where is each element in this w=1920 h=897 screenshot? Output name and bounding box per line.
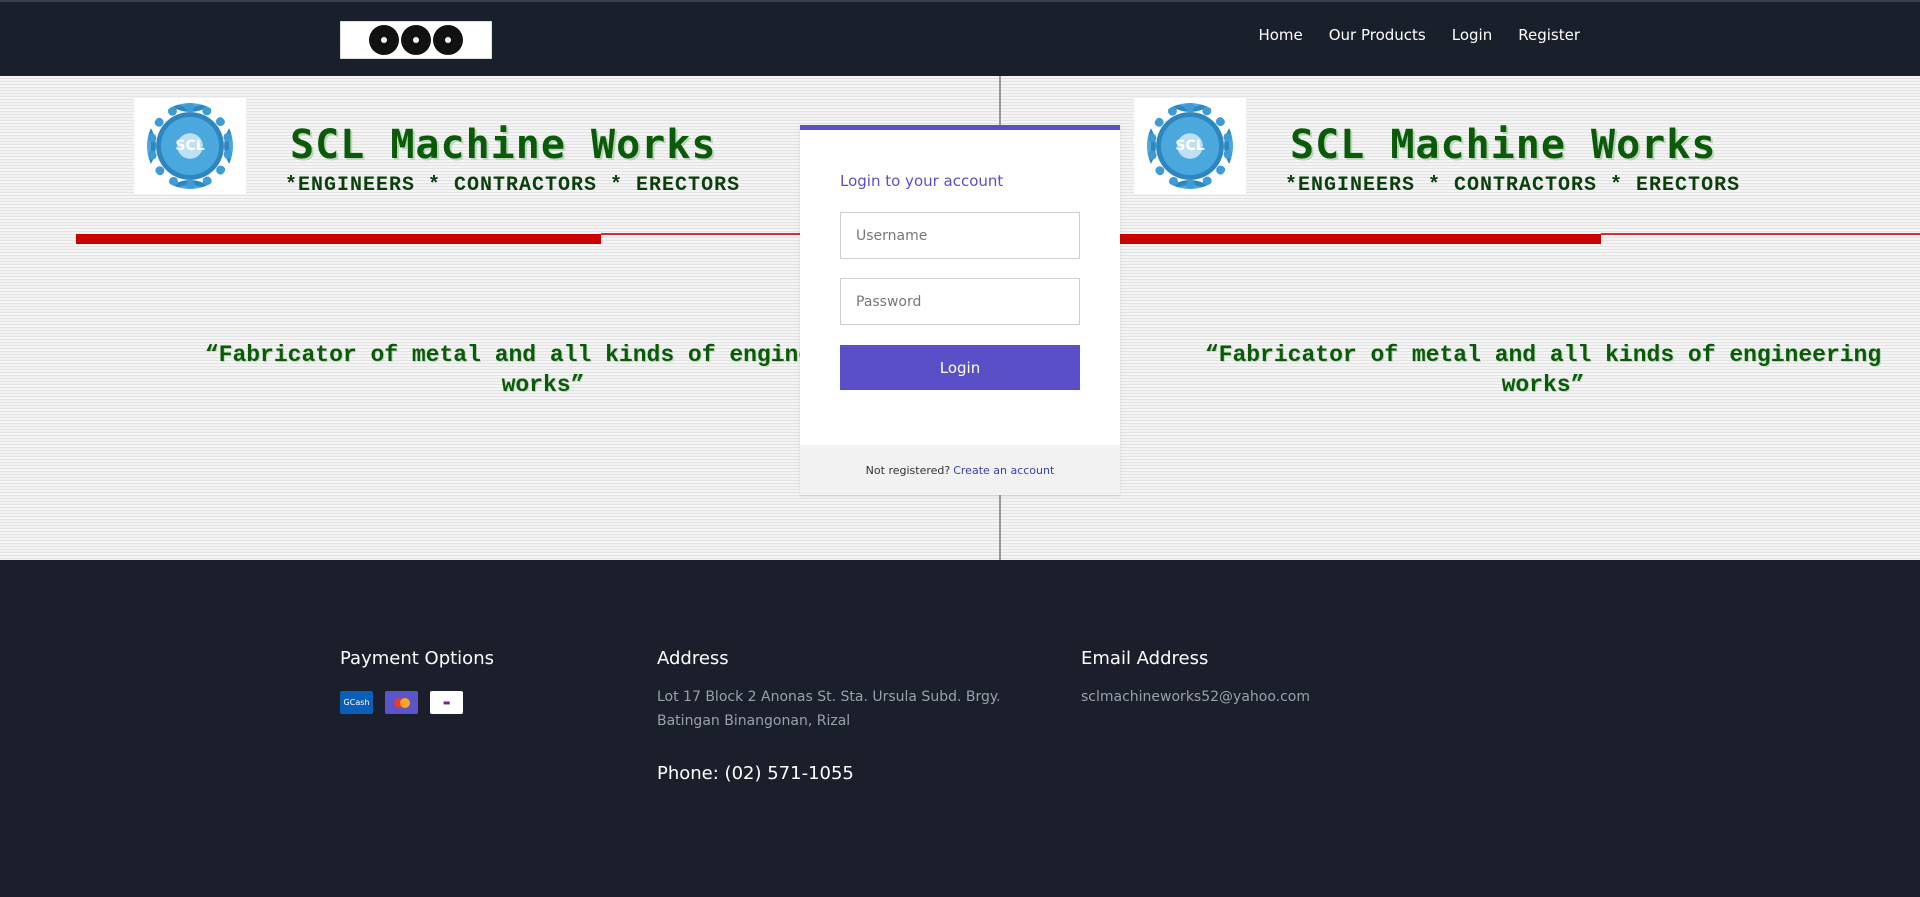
not-registered-text: Not registered? xyxy=(865,463,951,477)
payment-options-section: Payment Options GCash ▬ xyxy=(340,648,494,714)
site-logo[interactable] xyxy=(340,21,492,59)
gear-logo-icon: SCL xyxy=(147,103,233,189)
top-navbar: Home Our Products Login Register xyxy=(0,0,1920,76)
logo-gear-icon xyxy=(369,25,399,55)
login-button[interactable]: Login xyxy=(840,345,1080,390)
gcash-label: GCash xyxy=(343,698,370,707)
create-account-link[interactable]: Create an account xyxy=(953,464,1054,477)
red-rule xyxy=(76,234,601,244)
scl-badge: SCL xyxy=(1134,98,1246,194)
email-address: sclmachineworks52@yahoo.com xyxy=(1081,689,1311,705)
payment-icons: GCash ▬ xyxy=(340,691,494,714)
brand-title: SCL Machine Works xyxy=(1290,122,1717,168)
address-section: Address Lot 17 Block 2 Anonas St. Sta. U… xyxy=(657,648,1057,784)
hero-banner: SCL SCL Machine Works *ENGINEERS * CONTR… xyxy=(0,76,1920,560)
email-heading: Email Address xyxy=(1081,648,1209,669)
gear-logo-icon: SCL xyxy=(1147,103,1233,189)
payment-options-heading: Payment Options xyxy=(340,648,494,669)
login-heading: Login to your account xyxy=(840,172,1004,190)
badge-text: SCL xyxy=(175,138,205,154)
brand-title: SCL Machine Works xyxy=(290,122,717,168)
hero-quote: “Fabricator of metal and all kinds of en… xyxy=(204,342,882,398)
site-footer: Payment Options GCash ▬ Address Lot 17 B… xyxy=(0,560,1920,897)
palawan-express-icon: ▬ xyxy=(430,691,463,714)
nav-links: Home Our Products Login Register xyxy=(1258,26,1580,44)
hero-quote: “Fabricator of metal and all kinds of en… xyxy=(1204,342,1882,398)
password-input[interactable] xyxy=(840,278,1080,325)
brand-subtitle: *ENGINEERS * CONTRACTORS * ERECTORS xyxy=(285,174,741,197)
login-card: Login to your account Login Not register… xyxy=(800,125,1120,495)
badge-text: SCL xyxy=(1175,138,1205,154)
logo-gear-icon xyxy=(433,25,463,55)
username-input[interactable] xyxy=(840,212,1080,259)
scl-badge: SCL xyxy=(134,98,246,194)
nav-login-link[interactable]: Login xyxy=(1452,26,1492,44)
banner-right: SCL SCL Machine Works *ENGINEERS * CONTR… xyxy=(1000,76,1920,560)
nav-home-link[interactable]: Home xyxy=(1258,26,1302,44)
login-card-footer: Not registered? Create an account xyxy=(800,445,1120,495)
red-rule-thin xyxy=(1601,233,1920,235)
nav-products-link[interactable]: Our Products xyxy=(1329,26,1426,44)
phone-number: Phone: (02) 571-1055 xyxy=(657,763,854,784)
nav-register-link[interactable]: Register xyxy=(1518,26,1580,44)
address-heading: Address xyxy=(657,648,729,669)
mastercard-icon xyxy=(385,691,418,714)
gcash-icon: GCash xyxy=(340,691,373,714)
red-rule xyxy=(1076,234,1601,244)
brand-subtitle: *ENGINEERS * CONTRACTORS * ERECTORS xyxy=(1285,174,1741,197)
logo-gear-icon xyxy=(401,25,431,55)
address-text: Lot 17 Block 2 Anonas St. Sta. Ursula Su… xyxy=(657,689,1001,729)
email-section: Email Address sclmachineworks52@yahoo.co… xyxy=(1081,648,1310,709)
